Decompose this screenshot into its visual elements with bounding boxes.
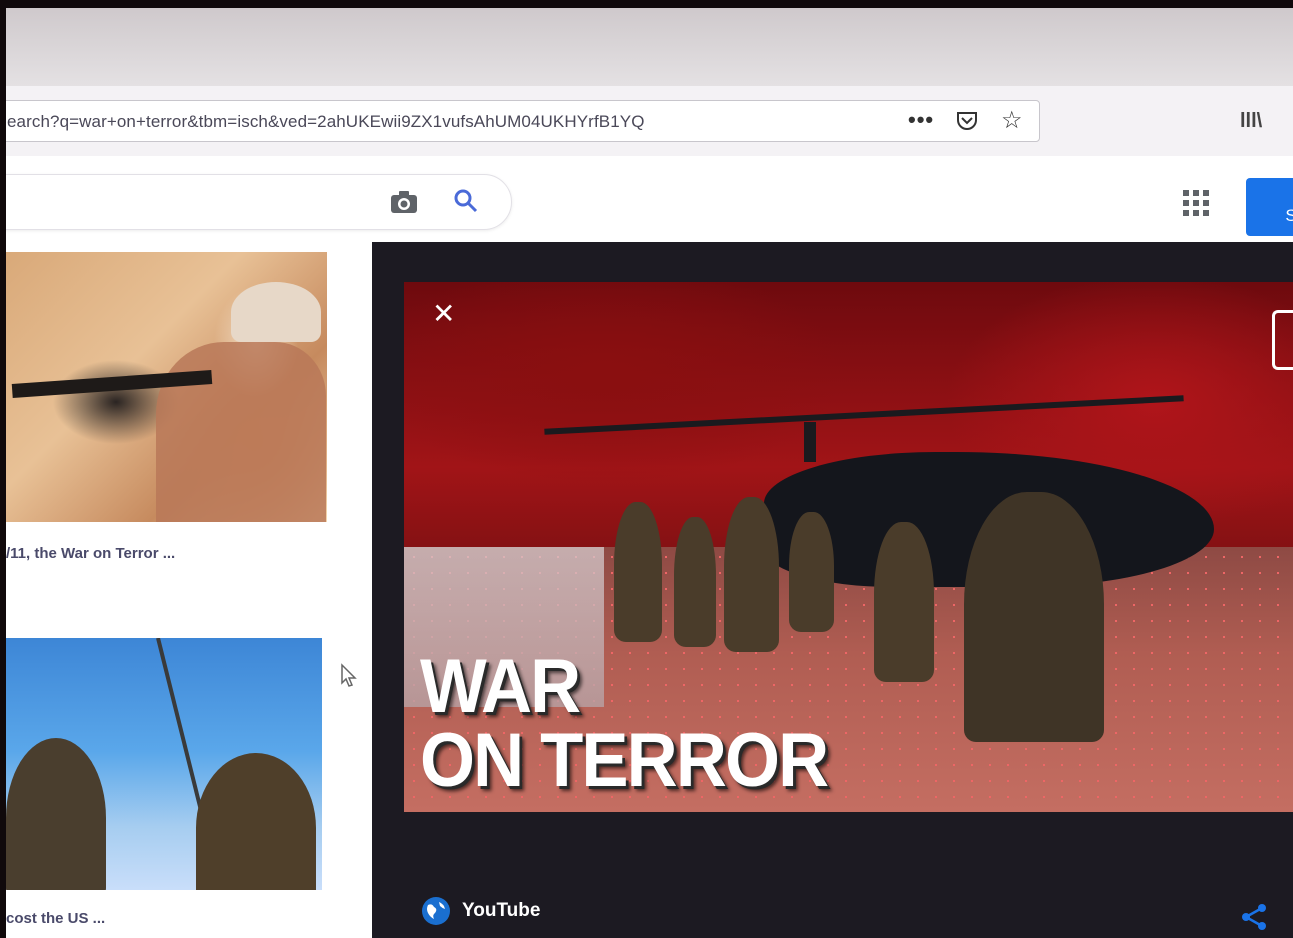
- sign-in-button[interactable]: S: [1246, 178, 1293, 236]
- page-actions-menu-icon[interactable]: •••: [908, 107, 934, 133]
- soldier-figure: [724, 497, 779, 652]
- close-icon[interactable]: ✕: [432, 300, 455, 328]
- result-thumbnail[interactable]: [6, 252, 327, 522]
- preview-headline: WAR ON TERROR: [420, 644, 829, 803]
- pocket-icon[interactable]: [956, 111, 978, 131]
- share-icon[interactable]: [1240, 902, 1270, 932]
- source-link[interactable]: YouTube: [420, 894, 540, 928]
- next-arrow-icon[interactable]: [1272, 310, 1293, 370]
- headline-line: ON TERROR: [420, 718, 829, 803]
- search-header: S: [6, 156, 1293, 242]
- browser-toolbar: earch?q=war+on+terror&tbm=isch&ved=2ahUK…: [6, 86, 1293, 157]
- soldier-figure: [196, 753, 316, 890]
- rotor-blade: [544, 395, 1184, 435]
- result-caption[interactable]: cost the US ...: [6, 910, 105, 927]
- result-caption[interactable]: /11, the War on Terror ...: [6, 545, 175, 562]
- url-text[interactable]: earch?q=war+on+terror&tbm=isch&ved=2ahUK…: [7, 112, 852, 132]
- browser-window: earch?q=war+on+terror&tbm=isch&ved=2ahUK…: [6, 8, 1293, 938]
- soldier-figure: [6, 738, 106, 890]
- tab-strip: [6, 8, 1293, 86]
- bookmark-star-icon[interactable]: ☆: [1001, 109, 1023, 133]
- soldier-figure: [614, 502, 662, 642]
- soldier-figure: [156, 342, 326, 522]
- mouse-cursor-icon: [341, 663, 357, 687]
- preview-image[interactable]: WAR ON TERROR: [404, 282, 1293, 812]
- address-bar[interactable]: earch?q=war+on+terror&tbm=isch&ved=2ahUK…: [6, 100, 1040, 142]
- globe-icon: [422, 897, 450, 925]
- soldier-figure: [964, 492, 1104, 742]
- helmet-shape: [231, 282, 321, 342]
- source-name[interactable]: YouTube: [462, 900, 540, 922]
- rotor-mast: [804, 422, 816, 462]
- search-icon[interactable]: [452, 187, 480, 215]
- soldier-figure: [789, 512, 834, 632]
- library-icon[interactable]: lll\: [1240, 110, 1262, 133]
- image-preview-panel: WAR ON TERROR ✕ YouTube: [372, 242, 1293, 938]
- soldier-figure: [874, 522, 934, 682]
- search-input[interactable]: [6, 174, 512, 230]
- image-results: /11, the War on Terror ... cost the US .…: [6, 242, 366, 938]
- camera-icon[interactable]: [389, 189, 419, 215]
- soldier-figure: [674, 517, 716, 647]
- result-thumbnail[interactable]: [6, 638, 322, 890]
- headline-line: WAR: [420, 644, 581, 729]
- apps-grid-icon[interactable]: [1181, 188, 1211, 218]
